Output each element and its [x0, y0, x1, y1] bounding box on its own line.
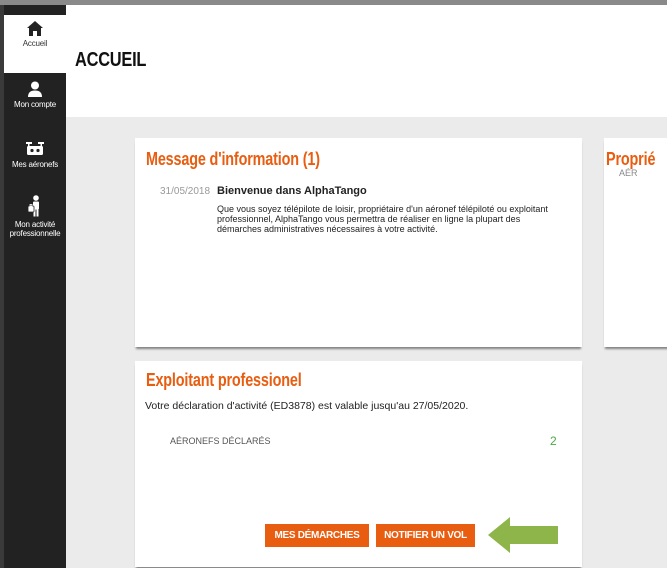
message-body: Que vous soyez télépilote de loisir, pro…: [217, 204, 548, 234]
sidebar-item-accueil[interactable]: Accueil: [4, 15, 66, 73]
notifier-vol-button[interactable]: NOTIFIER UN VOL: [376, 524, 475, 547]
sidebar-item-label: Mes aéronefs: [11, 160, 59, 169]
mes-demarches-button[interactable]: MES DÉMARCHES: [265, 524, 369, 547]
page-title: ACCUEIL: [75, 49, 147, 71]
message-headline: Bienvenue dans AlphaTango: [217, 185, 367, 197]
user-icon: [28, 81, 42, 97]
proprietaire-card: Proprié AÉR: [604, 138, 667, 347]
sidebar-item-mes-aeronefs[interactable]: Mes aéronefs: [4, 141, 66, 181]
sidebar-item-label: Mon activité: [14, 220, 56, 229]
drone-icon: [26, 142, 44, 155]
stat-label: AÉRONEFS DÉCLARÉS: [170, 436, 271, 446]
arrow-left-icon: [488, 517, 558, 553]
exploitant-card: Exploitant professionel Votre déclaratio…: [135, 361, 582, 567]
sidebar-item-label: Mon compte: [13, 100, 57, 109]
sidebar: Accueil Mon compte Mes aéronefs Mon acti…: [4, 5, 66, 568]
declaration-text: Votre déclaration d'activité (ED3878) es…: [145, 400, 469, 412]
main-content: ACCUEIL Message d'information (1) 31/05/…: [66, 5, 667, 568]
card-title: Proprié: [606, 149, 656, 169]
sidebar-item-mon-compte[interactable]: Mon compte: [4, 81, 66, 121]
message-date: 31/05/2018: [160, 186, 211, 197]
briefcase-person-icon: [27, 195, 39, 217]
home-icon: [27, 21, 43, 36]
sidebar-item-label: professionnelle: [9, 229, 61, 238]
page-header: ACCUEIL: [66, 5, 667, 117]
message-card: Message d'information (1) 31/05/2018 Bie…: [135, 138, 582, 347]
app-frame: Accueil Mon compte Mes aéronefs Mon acti…: [0, 0, 667, 568]
card-title: Message d'information (1): [146, 149, 320, 169]
proprietaire-label: AÉR: [619, 168, 638, 178]
card-title: Exploitant professionel: [146, 370, 302, 390]
sidebar-item-label: Accueil: [22, 39, 48, 48]
stat-value: 2: [550, 434, 557, 448]
sidebar-item-mon-activite[interactable]: Mon activité professionnelle: [4, 195, 66, 251]
